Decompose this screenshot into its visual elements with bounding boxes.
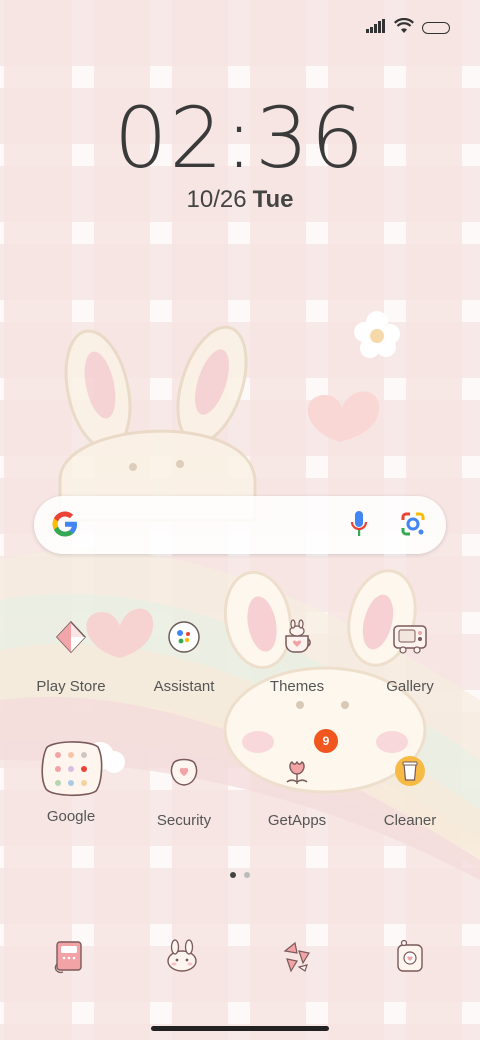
phone-icon[interactable] bbox=[44, 930, 96, 982]
status-bar bbox=[366, 16, 450, 40]
notification-badge: 9 bbox=[314, 729, 338, 753]
page-dot-1[interactable] bbox=[230, 872, 236, 878]
mic-icon[interactable] bbox=[350, 510, 368, 543]
app-label: Play Store bbox=[36, 678, 106, 695]
cleaner-icon bbox=[387, 748, 433, 794]
battery-icon bbox=[422, 22, 450, 34]
app-security[interactable]: Security bbox=[129, 748, 239, 829]
app-label: Gallery bbox=[386, 678, 434, 695]
camera-icon[interactable] bbox=[384, 930, 436, 982]
google-g-icon bbox=[50, 509, 80, 544]
app-gallery[interactable]: Gallery bbox=[355, 614, 465, 695]
app-label: Security bbox=[156, 812, 212, 829]
assistant-icon bbox=[161, 614, 207, 660]
clock-time[interactable]: 02:36 bbox=[0, 92, 480, 184]
bunny-upper bbox=[58, 325, 257, 522]
wifi-icon bbox=[394, 17, 414, 39]
app-label: GetApps bbox=[267, 812, 327, 829]
signal-icon bbox=[366, 18, 386, 38]
home-indicator[interactable] bbox=[151, 1026, 329, 1031]
messages-icon[interactable] bbox=[156, 930, 208, 982]
clock-date[interactable]: 10/26 Tue bbox=[0, 186, 480, 214]
security-icon bbox=[161, 748, 207, 794]
weekday-text: Tue bbox=[252, 186, 294, 213]
gallery-icon bbox=[387, 614, 433, 660]
page-indicator[interactable] bbox=[0, 872, 480, 878]
app-label: Google bbox=[46, 808, 96, 825]
themes-icon bbox=[274, 614, 320, 660]
app-assistant[interactable]: Assistant bbox=[129, 614, 239, 695]
google-folder-icon bbox=[38, 740, 104, 797]
app-label: Assistant bbox=[153, 678, 215, 695]
lens-icon[interactable] bbox=[400, 511, 426, 542]
browser-icon[interactable] bbox=[270, 930, 322, 982]
getapps-icon bbox=[274, 748, 320, 794]
page-dot-2[interactable] bbox=[244, 872, 250, 878]
app-label: Cleaner bbox=[383, 812, 437, 829]
google-search-bar[interactable] bbox=[34, 496, 446, 554]
play-store-icon bbox=[48, 614, 94, 660]
app-getapps[interactable]: GetApps bbox=[242, 748, 352, 829]
app-google-folder[interactable]: Google bbox=[16, 741, 126, 825]
app-play-store[interactable]: Play Store bbox=[16, 614, 126, 695]
app-label: Themes bbox=[269, 678, 325, 695]
app-themes[interactable]: Themes bbox=[242, 614, 352, 695]
date-text: 10/26 bbox=[186, 186, 247, 213]
app-cleaner[interactable]: Cleaner bbox=[355, 748, 465, 829]
